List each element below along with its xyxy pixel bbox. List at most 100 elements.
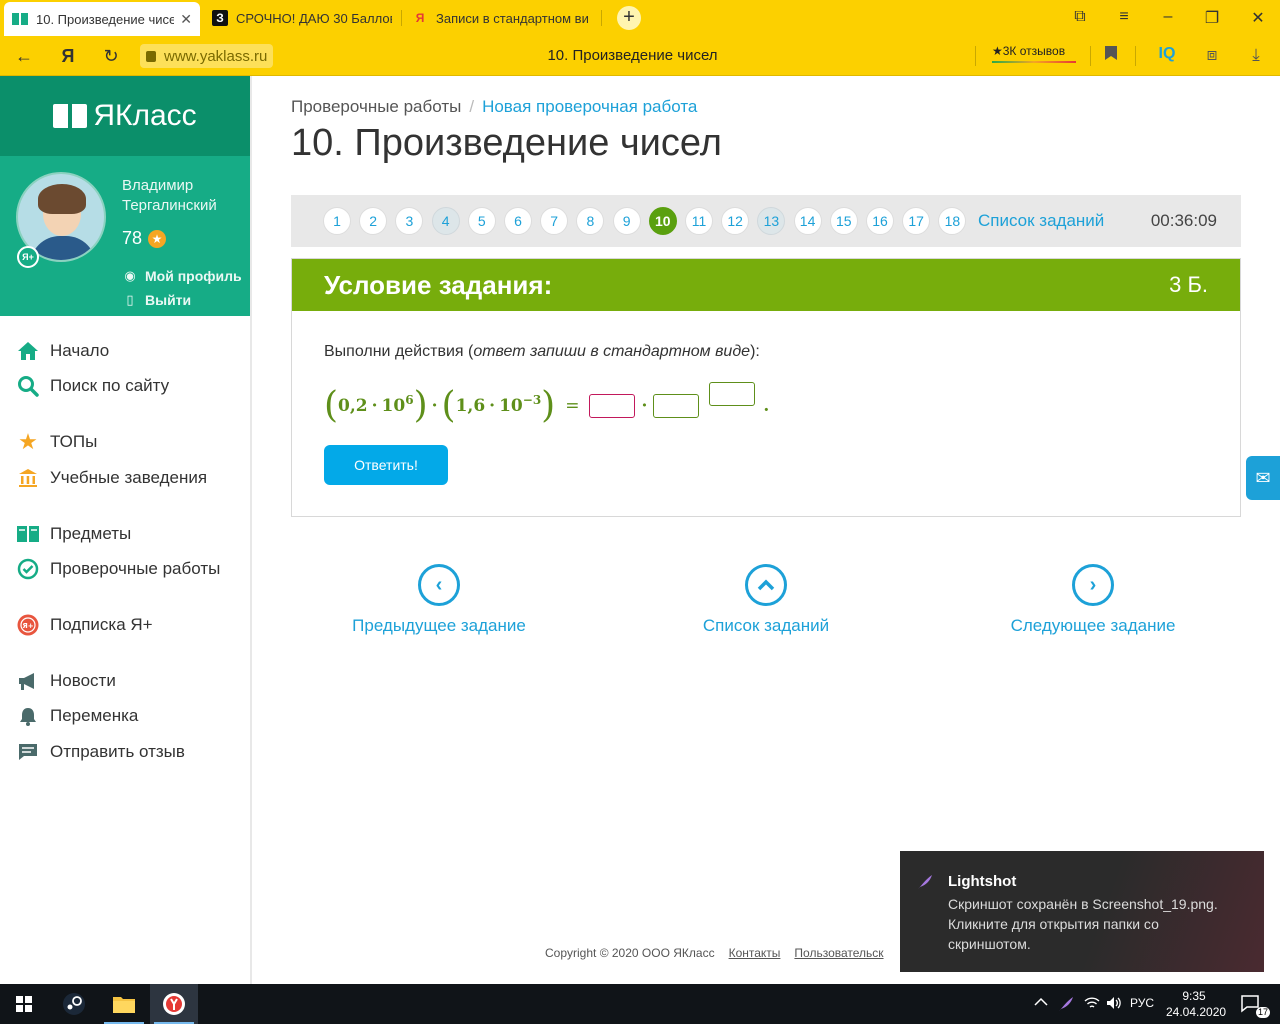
sidebar-item-label: Новости (50, 671, 116, 690)
chevron-right-icon: › (1072, 564, 1114, 606)
task-number-1[interactable]: 1 (323, 207, 351, 235)
sidebar-item-institutions[interactable]: Учебные заведения (16, 464, 207, 492)
tab-title: Записи в стандартном ви (436, 10, 589, 26)
breadcrumb-root[interactable]: Проверочные работы (291, 97, 461, 116)
footer: Copyright © 2020 ООО ЯКласс Контакты Польз… (545, 946, 884, 960)
windows-taskbar: РУС 9:35 24.04.2020 17 (0, 984, 1280, 1024)
task-instruction: Выполни действия (ответ запиши в стандар… (324, 343, 760, 360)
task-number-11[interactable]: 11 (685, 207, 713, 235)
book-icon (16, 522, 40, 546)
tab-yandex-search[interactable]: Я Записи в стандартном ви (404, 4, 600, 32)
bell-icon (16, 704, 40, 728)
sidebar-item-feedback[interactable]: Отправить отзыв (16, 738, 185, 766)
task-number-16[interactable]: 16 (866, 207, 894, 235)
sidebar-item-label: Проверочные работы (50, 559, 221, 578)
check-circle-icon (16, 557, 40, 581)
sidebar-item-tests[interactable]: Проверочные работы (16, 555, 220, 583)
mail-feedback-tab[interactable]: ✉ (1246, 456, 1280, 500)
task-number-9[interactable]: 9 (612, 207, 641, 235)
close-icon[interactable]: ✕ (180, 11, 192, 28)
answer-mantissa-input[interactable] (589, 394, 636, 418)
task-number-4[interactable]: 4 (431, 207, 460, 235)
task-number-2[interactable]: 2 (359, 207, 388, 235)
task-number-13[interactable]: 13 (757, 207, 786, 235)
task-number-7[interactable]: 7 (540, 207, 569, 235)
minimize-icon[interactable]: – (1158, 8, 1178, 26)
tab-title: СРОЧНО! ДАЮ 30 Баллов (236, 10, 392, 26)
search-icon (16, 374, 40, 398)
breadcrumb-current[interactable]: Новая проверочная работа (482, 97, 697, 116)
my-profile-link[interactable]: ◉ Мой профиль (122, 268, 241, 284)
bookmark-icon[interactable] (1100, 45, 1122, 65)
task-number-6[interactable]: 6 (504, 207, 532, 235)
task-number-14[interactable]: 14 (793, 207, 822, 235)
task-list-label: Список заданий (702, 616, 830, 635)
home-icon (16, 339, 40, 363)
task-list-link[interactable]: Список заданий (978, 211, 1104, 231)
chevron-up-icon[interactable] (1034, 996, 1048, 1010)
iq-icon[interactable]: IQ (1156, 45, 1178, 63)
copyright: Copyright © 2020 ООО ЯКласс (545, 946, 715, 960)
steam-icon[interactable] (50, 984, 98, 1024)
sidebar-item-label: ТОПы (50, 432, 98, 451)
network-icon[interactable] (1084, 996, 1100, 1013)
download-icon[interactable]: ⤓ (1245, 45, 1267, 65)
breadcrumb: Проверочные работы / Новая проверочная раб… (291, 97, 697, 117)
menu-icon[interactable]: ≡ (1114, 8, 1134, 26)
divider (1090, 46, 1091, 66)
sidebar-item-home[interactable]: Начало (16, 337, 109, 365)
tab-title: 10. Произведение чисе (36, 11, 175, 27)
agreement-link[interactable]: Пользовательск (794, 946, 883, 960)
sidebar-item-search[interactable]: Поиск по сайту (16, 372, 169, 400)
notification-title: Lightshot (948, 873, 1017, 890)
sidebar-item-label: Предметы (50, 524, 132, 543)
user-name[interactable]: Владимир Тергалинский (122, 176, 247, 216)
logout-link[interactable]: ▯ Выйти (122, 292, 191, 308)
task-number-5[interactable]: 5 (467, 207, 496, 235)
language-indicator[interactable]: РУС (1130, 996, 1154, 1010)
new-tab-button[interactable]: + (617, 6, 641, 30)
task-number-12[interactable]: 12 (721, 207, 750, 235)
notifications-icon[interactable]: 17 (1228, 984, 1276, 1024)
sidebar-item-news[interactable]: Новости (16, 667, 116, 695)
task-number-18[interactable]: 18 (938, 207, 967, 235)
window-close-icon[interactable]: ✕ (1248, 8, 1268, 28)
contacts-link[interactable]: Контакты (729, 946, 781, 960)
task-number-8[interactable]: 8 (576, 207, 605, 235)
task-number-17[interactable]: 17 (902, 207, 931, 235)
yandex-browser-icon[interactable] (150, 984, 198, 1024)
answer-base-input[interactable] (653, 394, 700, 418)
task-formula: (0,2 · 10 6) ·(1,6 · 10 −3) = · . (324, 381, 769, 431)
lightshot-tray-icon[interactable] (1058, 996, 1074, 1015)
task-number-10[interactable]: 10 (648, 207, 677, 235)
file-explorer-icon[interactable] (100, 984, 148, 1024)
answer-exponent-input[interactable] (709, 382, 756, 406)
task-number-15[interactable]: 15 (829, 207, 858, 235)
restore-icon[interactable]: ❐ (1202, 8, 1222, 28)
extensions-icon[interactable]: ⧈ (1201, 45, 1223, 65)
reviews-badge[interactable]: ★3К отзывов (992, 44, 1065, 58)
znanija-icon: З (212, 10, 228, 26)
submit-answer-button[interactable]: Ответить! (324, 445, 448, 485)
notifications-count: 17 (1255, 1007, 1270, 1018)
sidebar-item-tops[interactable]: ★ ТОПы (16, 428, 97, 456)
prev-task-link[interactable]: ‹ Предыдущее задание (344, 564, 534, 636)
volume-icon[interactable] (1106, 996, 1122, 1013)
breadcrumb-separator: / (469, 97, 475, 116)
tab-yaklass[interactable]: 10. Произведение чисе ✕ (4, 2, 200, 36)
tabs-overview-icon[interactable]: ⧉ (1070, 8, 1090, 26)
sidebar-item-subscription[interactable]: Я+ Подписка Я+ (16, 611, 153, 639)
profile-panel: Я+ Владимир Тергалинский 78 ★ ◉ Мой проф… (0, 156, 250, 316)
sidebar-item-subjects[interactable]: Предметы (16, 520, 131, 548)
task-number-3[interactable]: 3 (395, 207, 424, 235)
task-list-bottom-link[interactable]: Список заданий (676, 564, 856, 636)
tab-znanija[interactable]: З СРОЧНО! ДАЮ 30 Баллов (204, 4, 400, 32)
next-task-link[interactable]: › Следующее задание (998, 564, 1188, 636)
system-clock[interactable]: 9:35 24.04.2020 (1166, 988, 1226, 1020)
windows-start-icon[interactable] (0, 984, 48, 1024)
lightshot-notification[interactable]: Lightshot Скриншот сохранён в Screenshot… (900, 851, 1264, 972)
brand-logo[interactable]: ЯКласс (0, 76, 250, 156)
star-icon: ★ (18, 429, 38, 454)
sidebar-item-label: Учебные заведения (50, 468, 208, 487)
sidebar-item-break[interactable]: Переменка (16, 702, 138, 730)
